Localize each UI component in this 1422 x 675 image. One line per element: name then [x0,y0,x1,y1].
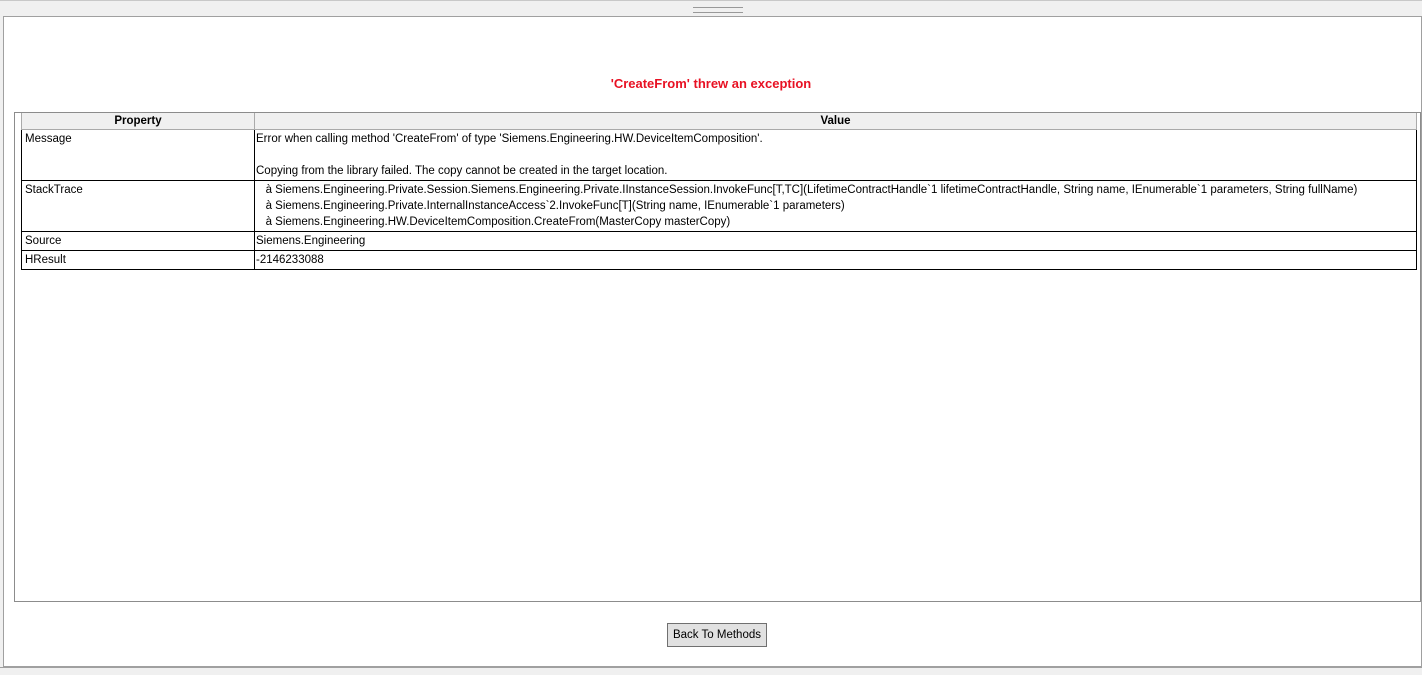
column-header-property[interactable]: Property [21,113,255,130]
value-cell: Error when calling method 'CreateFrom' o… [254,129,1417,181]
property-cell: Message [21,129,255,181]
property-cell: HResult [21,250,255,270]
splitter-bar[interactable] [0,0,1422,16]
value-cell: -2146233088 [254,250,1417,270]
property-cell: Source [21,231,255,251]
exception-details-grid: Property Value Message Error when callin… [14,112,1421,602]
bottom-bar [0,667,1422,675]
table-row[interactable]: StackTrace à Siemens.Engineering.Private… [21,180,1417,232]
back-to-methods-button[interactable]: Back To Methods [667,623,767,647]
column-header-value[interactable]: Value [254,113,1417,130]
exception-title: 'CreateFrom' threw an exception [610,76,812,91]
splitter-grip-icon[interactable] [693,7,743,13]
table-row[interactable]: HResult -2146233088 [21,250,1417,270]
table-row[interactable]: Message Error when calling method 'Creat… [21,129,1417,181]
property-cell: StackTrace [21,180,255,232]
value-cell: Siemens.Engineering [254,231,1417,251]
value-cell: à Siemens.Engineering.Private.Session.Si… [254,180,1417,232]
table-row[interactable]: Source Siemens.Engineering [21,231,1417,251]
